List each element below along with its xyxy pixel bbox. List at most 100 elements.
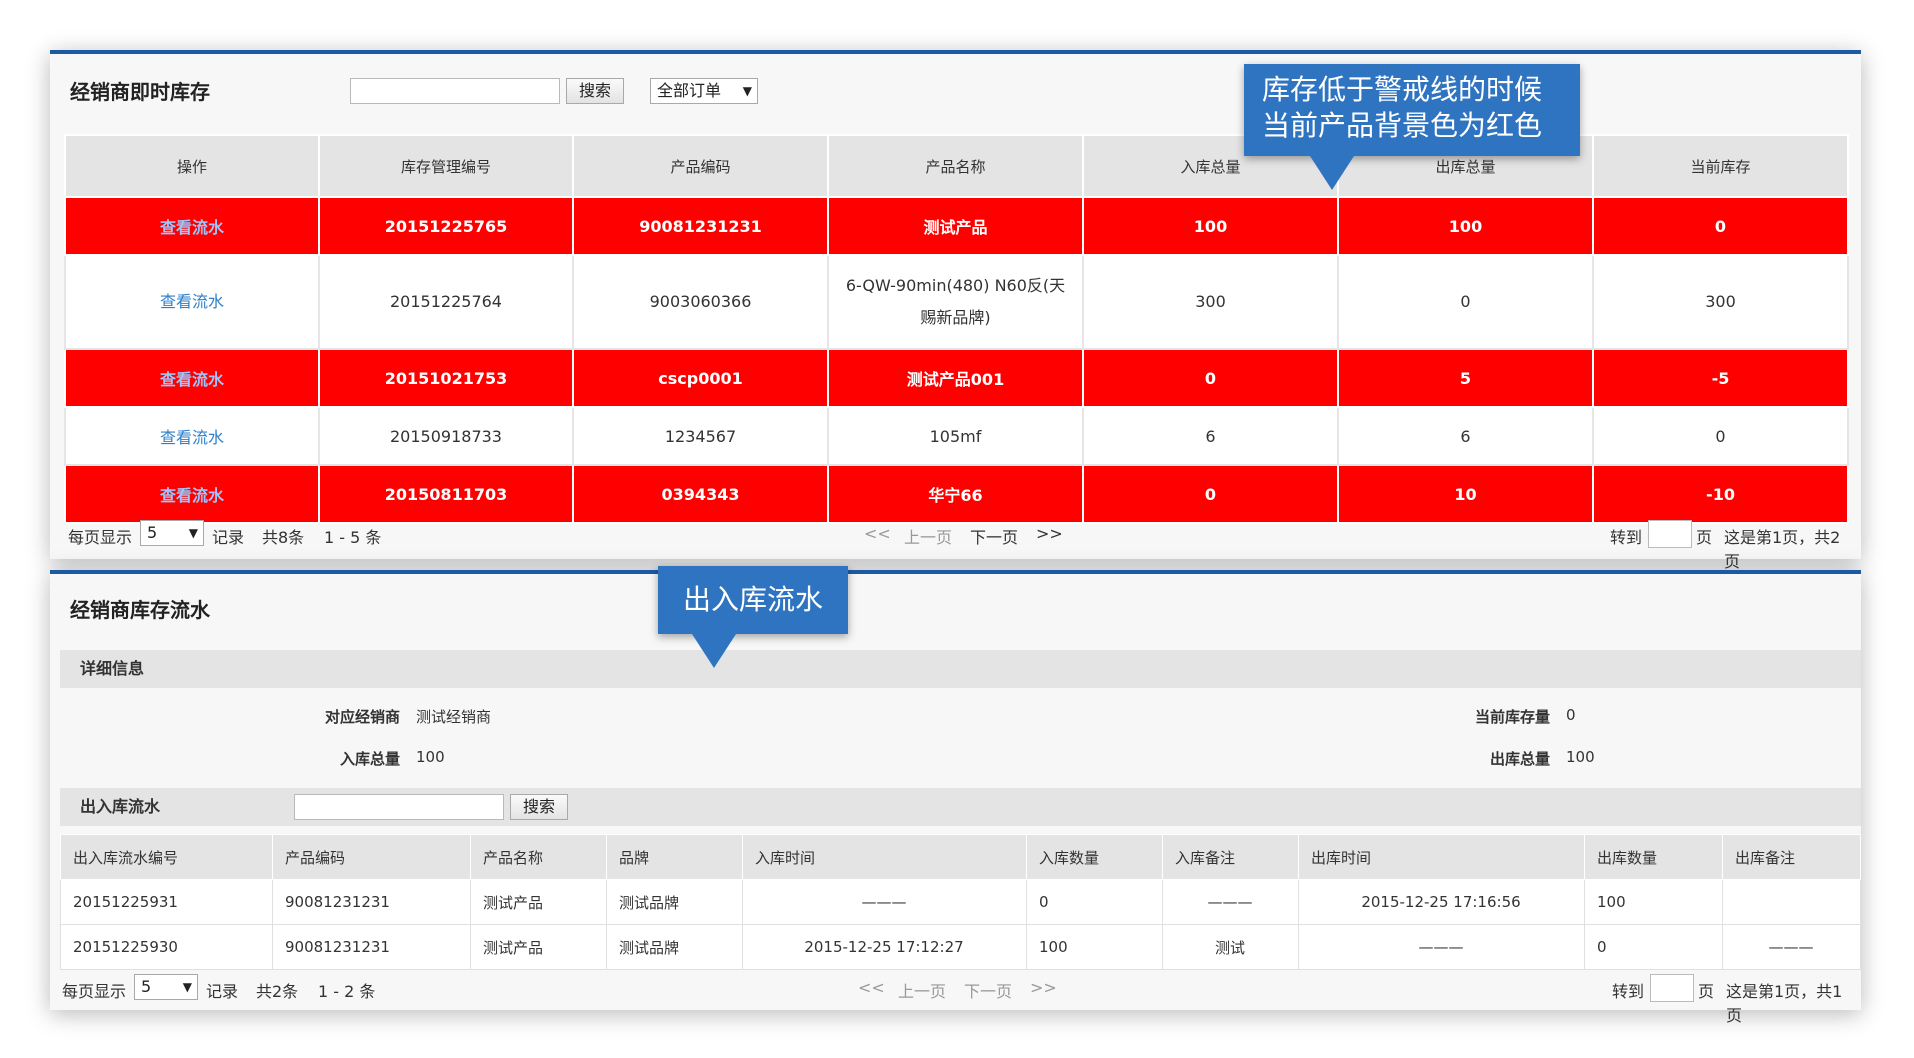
per-page-select[interactable]: 5 ▼: [140, 520, 204, 546]
dealer-label: 对应经销商: [324, 708, 400, 726]
out-total: 100: [1337, 196, 1594, 256]
col-header: 当前库存: [1592, 134, 1849, 198]
per-page-label: 每页显示: [62, 982, 127, 1001]
col-header: 库存管理编号: [318, 134, 574, 198]
product-code: 1234567: [572, 406, 829, 466]
stock-id: 20151225765: [318, 196, 574, 256]
goto-page-input[interactable]: [1648, 520, 1692, 548]
order-filter-value: 全部订单: [657, 81, 722, 100]
goto-label: 转到: [1612, 982, 1645, 1001]
total-count: 共8条: [262, 528, 305, 547]
out-total-value: 100: [1566, 748, 1595, 766]
stock-row: 查看流水 20151021753 cscp0001 测试产品001 0 5 -5: [64, 348, 1849, 408]
current-stock-value: 0: [1566, 706, 1576, 724]
callout-pointer: [692, 634, 736, 668]
out-total: 5: [1337, 348, 1594, 408]
product-name: 6-QW-90min(480) N60反(天赐新品牌): [827, 254, 1084, 350]
brand: 测试品牌: [606, 879, 743, 925]
stock-table: 操作 库存管理编号 产品编码 产品名称 入库总量 出库总量 当前库存 查看流水 …: [64, 134, 1849, 524]
per-page-label: 每页显示: [68, 528, 133, 547]
next-page-button[interactable]: 下一页: [964, 978, 1012, 1002]
flow-panel: 经销商库存流水 详细信息 对应经销商 测试经销商 入库总量 100 当前库存量 …: [50, 570, 1861, 1025]
in-total-label: 入库总量: [339, 750, 400, 768]
stock-search-button[interactable]: 搜索: [566, 78, 624, 104]
stock-pager: 每页显示 5 ▼ 记录 共8条 1 - 5 条 << 上一页 下一页 >> 转到…: [68, 520, 1851, 571]
col-header: 产品编码: [272, 834, 471, 880]
last-page-button[interactable]: >>: [1030, 978, 1057, 997]
product-name: 测试产品: [827, 196, 1084, 256]
col-header: 入库备注: [1162, 834, 1299, 880]
flow-search-input[interactable]: [294, 794, 504, 820]
view-flow-link[interactable]: 查看流水: [160, 428, 224, 447]
stock-id: 20151021753: [318, 348, 574, 408]
per-page-select[interactable]: 5 ▼: [134, 974, 198, 1000]
last-page-button[interactable]: >>: [1036, 524, 1063, 543]
first-page-button[interactable]: <<: [858, 978, 885, 997]
out-total: 10: [1337, 464, 1594, 524]
in-total: 100: [1082, 196, 1339, 256]
current-stock: 0: [1592, 406, 1849, 466]
prev-page-button[interactable]: 上一页: [898, 978, 946, 1002]
flow-id: 20151225931: [60, 879, 273, 925]
records-label: 记录: [212, 528, 245, 547]
dealer-value: 测试经销商: [416, 708, 492, 726]
stock-row: 查看流水 20151225764 9003060366 6-QW-90min(4…: [64, 254, 1849, 350]
order-filter-select[interactable]: 全部订单 ▼: [650, 78, 758, 104]
brand: 测试品牌: [606, 924, 743, 970]
total-count: 共2条: [256, 982, 299, 1001]
view-flow-link[interactable]: 查看流水: [160, 218, 224, 237]
current-stock: 300: [1592, 254, 1849, 350]
callout-pointer: [1310, 156, 1354, 190]
flow-callout: 出入库流水: [658, 566, 848, 668]
product-name: 105mf: [827, 406, 1084, 466]
out-qty: 0: [1584, 924, 1723, 970]
first-page-button[interactable]: <<: [864, 524, 891, 543]
stock-id: 20150918733: [318, 406, 574, 466]
flow-callout-text: 出入库流水: [682, 583, 823, 616]
col-header: 品牌: [606, 834, 743, 880]
detail-section-bar: 详细信息: [60, 650, 1861, 688]
stock-search-input[interactable]: [350, 78, 560, 104]
flow-table: 出入库流水编号 产品编码 产品名称 品牌 入库时间 入库数量 入库备注 出库时间…: [60, 834, 1861, 970]
product-code: 90081231231: [272, 924, 471, 970]
in-total: 300: [1082, 254, 1339, 350]
in-total: 6: [1082, 406, 1339, 466]
product-name: 华宁66: [827, 464, 1084, 524]
next-page-button[interactable]: 下一页: [970, 524, 1018, 548]
stock-id: 20150811703: [318, 464, 574, 524]
prev-page-button[interactable]: 上一页: [904, 524, 952, 548]
chevron-down-icon: ▼: [182, 980, 192, 994]
stock-id: 20151225764: [318, 254, 574, 350]
out-time: 2015-12-25 17:16:56: [1298, 879, 1585, 925]
in-total: 0: [1082, 464, 1339, 524]
view-flow-link[interactable]: 查看流水: [160, 370, 224, 389]
stock-title: 经销商即时库存: [70, 80, 210, 104]
flow-search-button[interactable]: 搜索: [510, 794, 568, 820]
col-header: 入库时间: [742, 834, 1027, 880]
out-note: [1722, 879, 1861, 925]
product-code: 9003060366: [572, 254, 829, 350]
view-flow-link[interactable]: 查看流水: [160, 486, 224, 505]
stock-row: 查看流水 20151225765 90081231231 测试产品 100 10…: [64, 196, 1849, 256]
per-page-value: 5: [147, 523, 158, 542]
current-stock: -10: [1592, 464, 1849, 524]
current-stock: -5: [1592, 348, 1849, 408]
out-total: 6: [1337, 406, 1594, 466]
in-qty: 0: [1026, 879, 1163, 925]
col-header: 产品名称: [827, 134, 1084, 198]
product-code: 0394343: [572, 464, 829, 524]
flow-pager: 每页显示 5 ▼ 记录 共2条 1 - 2 条 << 上一页 下一页 >> 转到…: [62, 974, 1851, 1025]
stock-table-header: 操作 库存管理编号 产品编码 产品名称 入库总量 出库总量 当前库存: [64, 134, 1849, 198]
chevron-down-icon: ▼: [188, 526, 198, 540]
view-flow-link[interactable]: 查看流水: [160, 292, 224, 311]
stock-row: 查看流水 20150811703 0394343 华宁66 0 10 -10: [64, 464, 1849, 524]
in-time: ———: [742, 879, 1027, 925]
record-range: 1 - 2 条: [318, 982, 376, 1001]
goto-page-input[interactable]: [1650, 974, 1694, 1002]
flow-title: 经销商库存流水: [70, 598, 210, 622]
per-page-value: 5: [141, 977, 152, 996]
out-total-label: 出库总量: [1489, 750, 1550, 768]
col-header: 出库时间: [1298, 834, 1585, 880]
product-code: 90081231231: [572, 196, 829, 256]
stock-panel: 经销商即时库存 搜索 全部订单 ▼ 操作 库存管理编号 产品编码 产品名称 入库…: [50, 50, 1861, 571]
